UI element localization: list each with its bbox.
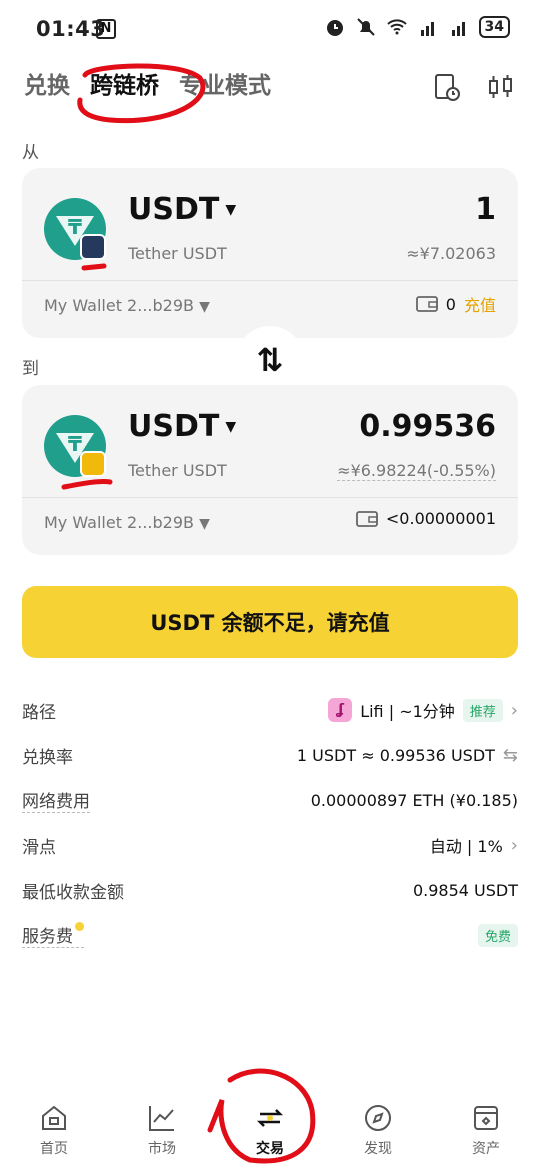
annotation-underline-from (81, 263, 107, 271)
annotation-underline-to (61, 479, 113, 490)
annotation-tab-circle (77, 63, 206, 124)
annotation-overlay (61, 63, 316, 1164)
annotation-nav-circle (207, 1068, 316, 1164)
